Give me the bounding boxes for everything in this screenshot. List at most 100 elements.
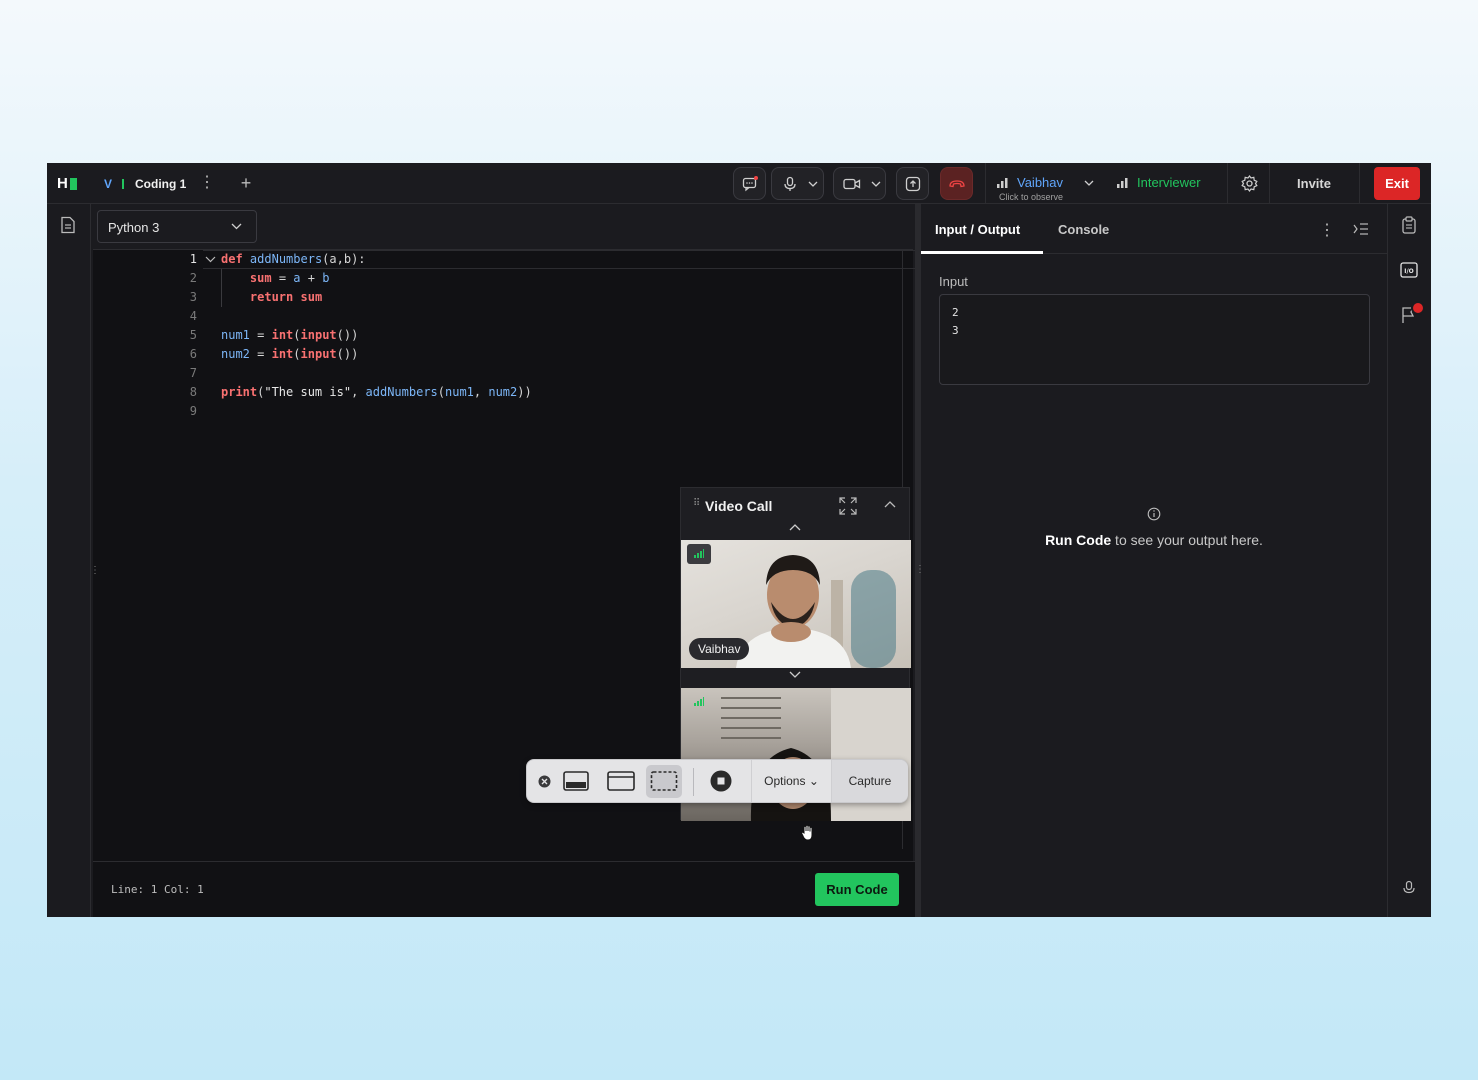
code-token: , [473, 385, 489, 399]
code-line: return sum [221, 288, 322, 307]
end-call-icon [949, 180, 965, 188]
chevron-up-icon[interactable] [884, 500, 896, 508]
line-number: 2 [189, 271, 197, 285]
code-token: ( [293, 328, 301, 342]
code-token: = [249, 328, 272, 342]
divider [1227, 163, 1228, 204]
code-token: b [322, 271, 330, 285]
chevron-down-icon [231, 223, 242, 230]
video-call-header[interactable]: ⠿ Video Call [681, 488, 911, 523]
expand-icon[interactable] [839, 497, 857, 515]
top-bar: H V Coding 1 ⋮ + Vaibhav Click to observ… [47, 163, 1431, 204]
io-tabs: Input / Output Console ⋮ [921, 204, 1387, 254]
share-screen-button[interactable] [896, 167, 929, 200]
chevron-down-icon[interactable] [1084, 180, 1094, 187]
language-select[interactable]: Python 3 [97, 210, 257, 243]
code-token: = [271, 271, 294, 285]
coding-interview-app: H V Coding 1 ⋮ + Vaibhav Click to observ… [47, 163, 1431, 917]
capture-selection-icon [650, 771, 678, 791]
collapse-panel-icon[interactable] [1353, 222, 1369, 236]
capture-options-button[interactable]: Options ⌄ [751, 760, 831, 802]
capture-button[interactable]: Capture [831, 760, 908, 802]
mic-settings-icon[interactable] [1401, 880, 1417, 896]
left-rail [47, 204, 91, 917]
signal-icon [694, 549, 704, 558]
code-token: + [300, 271, 323, 285]
chat-button[interactable] [733, 167, 766, 200]
participant-name-chip: Vaibhav [689, 638, 750, 660]
line-number: 4 [189, 309, 197, 323]
line-number: 5 [189, 328, 197, 342]
add-tab-button[interactable]: + [237, 173, 255, 193]
divider [1359, 163, 1360, 204]
language-label: Python 3 [108, 220, 160, 235]
mic-button[interactable] [771, 167, 824, 200]
code-line: sum = a + b [221, 269, 330, 288]
capture-selection-button[interactable] [646, 765, 682, 798]
code-token: addNumbers [249, 252, 323, 266]
record-stop-icon[interactable] [710, 770, 732, 792]
tab-more-button[interactable]: ⋮ [199, 174, 215, 192]
code-token: a [293, 271, 301, 285]
clipboard-icon[interactable] [1401, 216, 1417, 234]
input-line: 3 [952, 324, 959, 337]
chevron-down-icon[interactable] [808, 181, 818, 188]
exit-button[interactable]: Exit [1374, 167, 1420, 200]
input-label: Input [939, 274, 968, 289]
end-call-button[interactable] [940, 167, 973, 200]
notification-badge [1411, 301, 1425, 315]
tab-indicator: V [104, 177, 113, 191]
code-token: num2 [221, 347, 250, 361]
drag-handle-icon[interactable]: ⠿ [693, 498, 700, 509]
chevron-up-icon[interactable] [789, 523, 801, 531]
connection-indicator [687, 544, 711, 564]
tab-coding-1[interactable]: Coding 1 [135, 177, 186, 191]
code-token: num1 [221, 328, 250, 342]
divider [985, 163, 986, 204]
observer-name[interactable]: Vaibhav [1017, 175, 1063, 190]
mic-icon [784, 176, 796, 191]
svg-text:I/O: I/O [1404, 268, 1414, 275]
chevron-down-icon[interactable] [789, 671, 801, 679]
invite-button[interactable]: Invite [1284, 176, 1344, 191]
tab-status-bar [122, 179, 124, 189]
camera-button[interactable] [833, 167, 886, 200]
gear-icon[interactable] [1241, 175, 1258, 192]
code-token: num2 [488, 385, 518, 399]
input-line: 2 [952, 306, 959, 319]
run-code-button[interactable]: Run Code [815, 873, 899, 906]
capture-window-icon[interactable] [607, 770, 635, 792]
panel-more-icon[interactable]: ⋮ [1319, 220, 1335, 240]
stdin-input[interactable]: 2 3 [939, 294, 1370, 385]
code-token: sum [249, 271, 272, 285]
divider [693, 768, 694, 796]
line-number: 7 [189, 366, 197, 380]
code-token: (a,b): [322, 252, 366, 266]
close-icon[interactable] [538, 775, 551, 788]
chevron-down-icon[interactable] [871, 181, 881, 188]
code-token: return [249, 290, 294, 304]
io-icon[interactable]: I/O [1400, 262, 1418, 278]
code-token: input [300, 347, 337, 361]
tab-input-output[interactable]: Input / Output [935, 222, 1020, 237]
participant-video-feed[interactable]: Vaibhav [681, 540, 911, 668]
connection-indicator [687, 692, 711, 712]
signal-icon [997, 178, 1008, 188]
capture-screen-icon[interactable] [563, 770, 589, 792]
screenshot-toolbar: Options ⌄ Capture [526, 759, 908, 803]
editor-footer: Line: 1 Col: 1 Run Code [93, 861, 915, 917]
tab-console[interactable]: Console [1058, 222, 1109, 237]
document-icon[interactable] [60, 216, 76, 234]
line-number: 3 [189, 290, 197, 304]
code-token: ( [437, 385, 445, 399]
run-code-hint: Run Code [1045, 532, 1112, 548]
share-screen-icon [905, 176, 921, 192]
code-token: addNumbers [365, 385, 438, 399]
fold-chevron-icon[interactable] [205, 256, 216, 263]
line-number: 9 [189, 404, 197, 418]
code-token: num1 [445, 385, 474, 399]
left-resize-handle[interactable]: ⋮ [90, 565, 100, 576]
code-token: ( [293, 347, 301, 361]
